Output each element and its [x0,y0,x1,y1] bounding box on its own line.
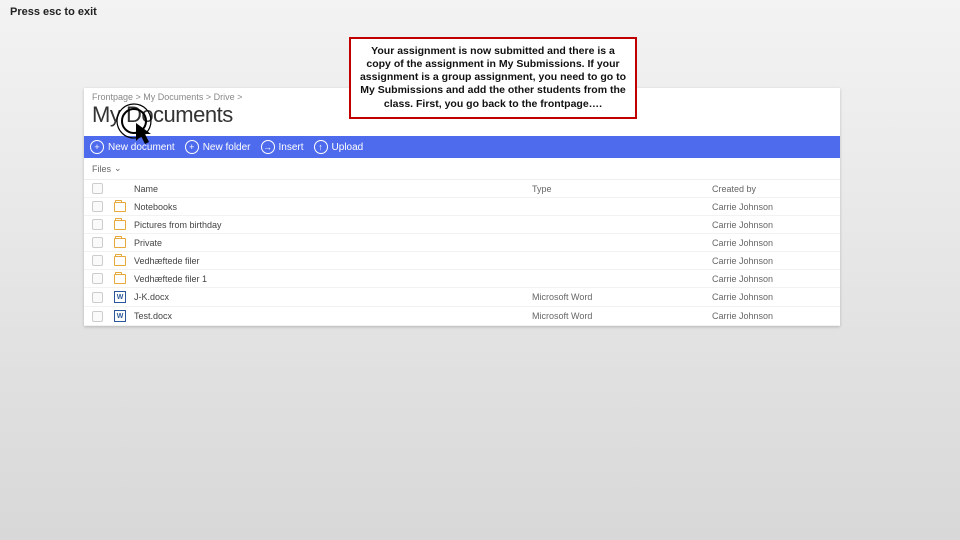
table-row[interactable]: W J-K.docxMicrosoft WordCarrie Johnson [84,288,840,307]
table-row[interactable]: Private Carrie Johnson [84,234,840,252]
toolbar: + New document + New folder → Insert ↑ U… [84,136,840,158]
esc-hint: Press esc to exit [10,6,97,18]
row-checkbox[interactable] [92,237,103,248]
file-name[interactable]: Notebooks [130,202,532,212]
files-filter[interactable]: Files ⌄ [84,158,840,180]
row-checkbox[interactable] [92,311,103,322]
folder-icon [114,274,126,284]
breadcrumb-part[interactable]: Drive [214,92,235,102]
table-header: Name Type Created by [84,180,840,198]
instruction-callout: Your assignment is now submitted and the… [349,37,637,119]
toolbar-label: New folder [203,142,251,153]
select-all-checkbox[interactable] [92,183,103,194]
row-checkbox[interactable] [92,273,103,284]
file-name[interactable]: Test.docx [130,311,532,321]
toolbar-label: Insert [279,142,304,153]
toolbar-label: New document [108,142,175,153]
file-name[interactable]: J-K.docx [130,292,532,302]
file-created-by: Carrie Johnson [712,256,832,266]
table-row[interactable]: Pictures from birthday Carrie Johnson [84,216,840,234]
table-row[interactable]: W Test.docxMicrosoft WordCarrie Johnson [84,307,840,326]
folder-icon [114,220,126,230]
file-name[interactable]: Vedhæftede filer 1 [130,274,532,284]
folder-icon [114,256,126,266]
file-name[interactable]: Pictures from birthday [130,220,532,230]
column-created-by[interactable]: Created by [712,184,832,194]
file-created-by: Carrie Johnson [712,202,832,212]
file-list: NotebooksCarrie JohnsonPictures from bir… [84,198,840,326]
file-created-by: Carrie Johnson [712,274,832,284]
file-created-by: Carrie Johnson [712,238,832,248]
column-name[interactable]: Name [130,184,532,194]
file-type: Microsoft Word [532,292,712,302]
new-document-button[interactable]: + New document [90,140,175,154]
toolbar-label: Upload [332,142,364,153]
row-checkbox[interactable] [92,292,103,303]
breadcrumb-part[interactable]: My Documents [143,92,203,102]
folder-icon [114,202,126,212]
filter-label: Files [92,164,111,174]
table-row[interactable]: Vedhæftede filer Carrie Johnson [84,252,840,270]
arrow-up-icon: ↑ [314,140,328,154]
upload-button[interactable]: ↑ Upload [314,140,364,154]
file-type: Microsoft Word [532,311,712,321]
file-created-by: Carrie Johnson [712,292,832,302]
file-created-by: Carrie Johnson [712,311,832,321]
table-row[interactable]: Vedhæftede filer 1 Carrie Johnson [84,270,840,288]
breadcrumb-part[interactable]: Frontpage [92,92,133,102]
chevron-down-icon: ⌄ [114,163,122,174]
table-row[interactable]: Notebooks Carrie Johnson [84,198,840,216]
word-file-icon: W [114,291,126,303]
plus-icon: + [185,140,199,154]
folder-icon [114,238,126,248]
new-folder-button[interactable]: + New folder [185,140,251,154]
file-name[interactable]: Vedhæftede filer [130,256,532,266]
word-file-icon: W [114,310,126,322]
arrow-right-icon: → [261,140,275,154]
row-checkbox[interactable] [92,255,103,266]
file-created-by: Carrie Johnson [712,220,832,230]
insert-button[interactable]: → Insert [261,140,304,154]
file-name[interactable]: Private [130,238,532,248]
row-checkbox[interactable] [92,201,103,212]
documents-panel: Frontpage > My Documents > Drive > My Do… [84,88,840,326]
column-type[interactable]: Type [532,184,712,194]
plus-icon: + [90,140,104,154]
row-checkbox[interactable] [92,219,103,230]
